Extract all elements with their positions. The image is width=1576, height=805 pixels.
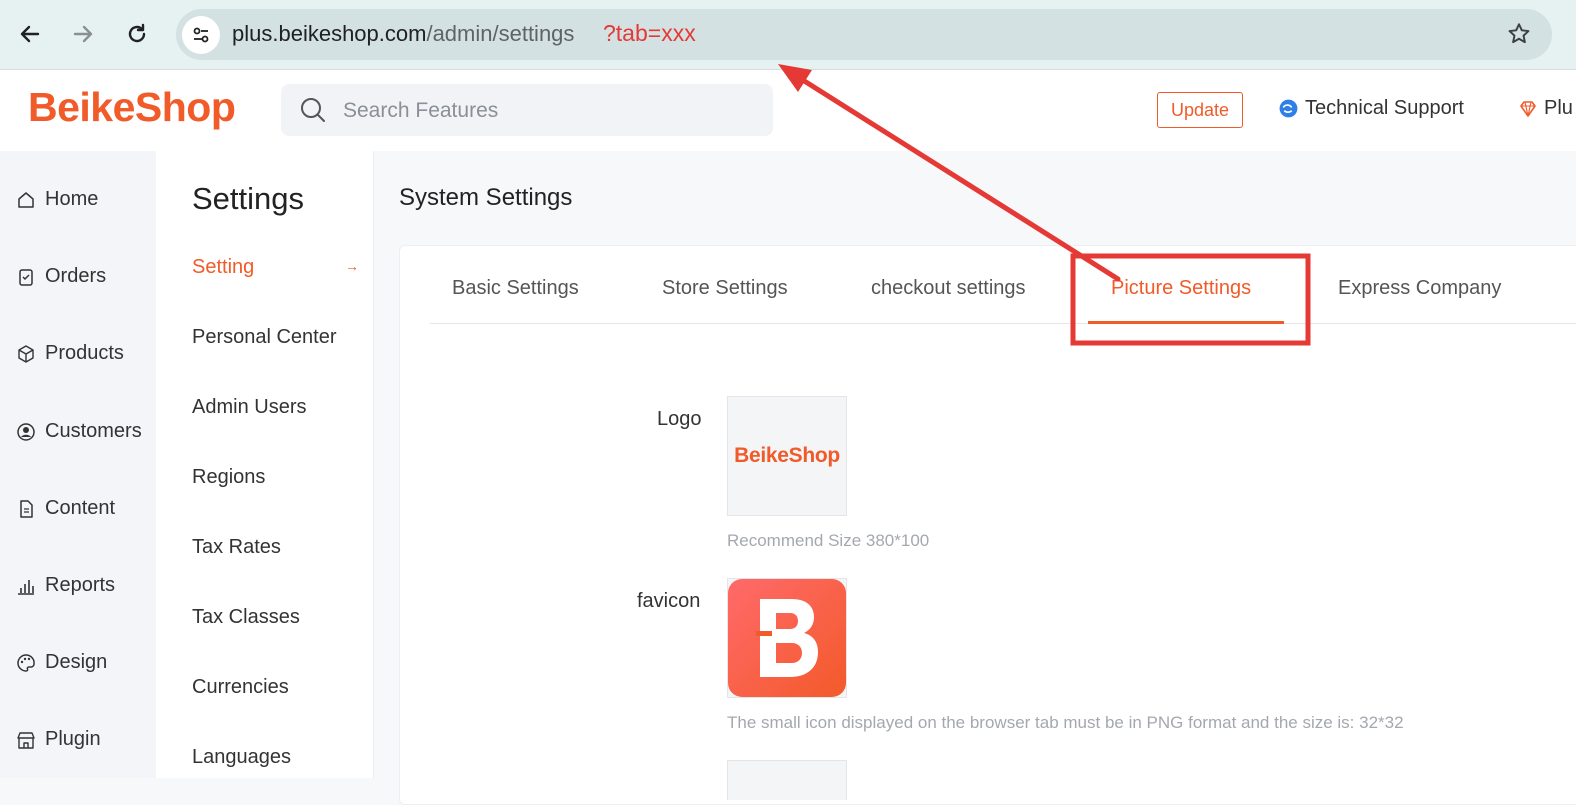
- sidebar-item-label: Reports: [45, 574, 116, 596]
- favicon-preview: [728, 579, 846, 697]
- active-arrow-icon: →: [345, 258, 359, 274]
- address-bar[interactable]: plus.beikeshop.com/admin/settings ?tab=x…: [176, 9, 1552, 60]
- subnav-item-languages[interactable]: Languages: [192, 746, 291, 769]
- sidebar-item-home[interactable]: Home: [16, 188, 98, 211]
- bookmark-star-button[interactable]: [1506, 21, 1532, 52]
- search-input[interactable]: Search Features: [281, 84, 773, 136]
- browser-toolbar: plus.beikeshop.com/admin/settings ?tab=x…: [0, 0, 1576, 70]
- settings-card: Basic Settings Store Settings checkout s…: [399, 245, 1576, 805]
- admin-header: BeikeShop Search Features Update Technic…: [0, 70, 1576, 151]
- tab-store-settings[interactable]: Store Settings: [662, 277, 788, 300]
- tab-basic-settings[interactable]: Basic Settings: [452, 277, 579, 300]
- sidebar-item-label: Content: [45, 497, 116, 519]
- sidebar-item-plugin[interactable]: Plugin: [16, 728, 101, 751]
- tab-picture-settings[interactable]: Picture Settings: [1111, 277, 1251, 300]
- sidebar-item-orders[interactable]: Orders: [16, 265, 106, 288]
- plugin-market-link[interactable]: Plu: [1518, 97, 1573, 120]
- document-icon: [20, 499, 33, 518]
- search-placeholder: Search Features: [343, 99, 499, 122]
- favicon-label: favicon: [637, 590, 701, 612]
- logo-hint: Recommend Size 380*100: [727, 531, 930, 550]
- subnav-item-regions[interactable]: Regions: [192, 466, 265, 489]
- image-upload-partial[interactable]: [727, 760, 847, 800]
- sidebar-item-content[interactable]: Content: [16, 497, 115, 520]
- star-icon: [1508, 23, 1530, 44]
- settings-subnav: Settings Setting → Personal Center Admin…: [156, 151, 374, 778]
- favicon-hint: The small icon displayed on the browser …: [727, 713, 1404, 732]
- sidebar-item-label: Home: [45, 188, 99, 210]
- user-circle-icon: [17, 422, 35, 441]
- arrow-right-icon: [73, 25, 93, 43]
- page-title: System Settings: [399, 184, 573, 211]
- tab-express-company[interactable]: Express Company: [1338, 277, 1501, 300]
- tab-checkout-settings[interactable]: checkout settings: [871, 277, 1026, 300]
- active-tab-indicator: [1088, 321, 1284, 324]
- sidebar-item-customers[interactable]: Customers: [16, 420, 142, 443]
- sidebar-item-label: Orders: [45, 265, 107, 287]
- technical-support-link[interactable]: Technical Support: [1278, 97, 1464, 120]
- sidebar-item-design[interactable]: Design: [16, 651, 107, 674]
- sidebar-item-products[interactable]: Products: [16, 342, 124, 365]
- box-icon: [18, 344, 34, 363]
- search-icon: [301, 98, 325, 122]
- favicon-image-upload[interactable]: [727, 578, 847, 698]
- sidebar-item-label: Products: [45, 342, 124, 364]
- site-info-button[interactable]: [182, 16, 220, 54]
- palette-icon: [17, 653, 35, 672]
- main-content: System Settings Basic Settings Store Set…: [374, 151, 1576, 805]
- sidebar-item-label: Plugin: [45, 728, 101, 750]
- sidebar-item-label: Design: [45, 651, 108, 673]
- arrow-left-icon: [20, 25, 40, 43]
- subnav-item-currencies[interactable]: Currencies: [192, 676, 289, 699]
- logo-label: Logo: [657, 408, 702, 430]
- logo-preview: BeikeShop: [734, 444, 840, 467]
- subnav-item-tax-classes[interactable]: Tax Classes: [192, 606, 300, 629]
- reload-button[interactable]: [119, 16, 155, 52]
- subnav-title: Settings: [192, 181, 305, 216]
- subnav-item-setting[interactable]: Setting: [192, 256, 254, 279]
- main-sidebar: Home Orders Products Customers Content R…: [0, 151, 156, 778]
- subnav-item-personal-center[interactable]: Personal Center: [192, 326, 337, 349]
- url-host: plus.beikeshop.com: [232, 21, 427, 46]
- url-text: plus.beikeshop.com/admin/settings: [232, 21, 574, 47]
- sidebar-item-reports[interactable]: Reports: [16, 574, 115, 597]
- forward-button[interactable]: [65, 16, 101, 52]
- subnav-item-admin-users[interactable]: Admin Users: [192, 396, 306, 419]
- back-button[interactable]: [12, 16, 48, 52]
- brand-logo[interactable]: BeikeShop: [28, 84, 236, 131]
- url-path: /admin/settings: [426, 21, 575, 46]
- diamond-icon: [1520, 100, 1536, 117]
- sidebar-item-label: Customers: [45, 420, 142, 442]
- settings-tabs: Basic Settings Store Settings checkout s…: [430, 246, 1576, 324]
- technical-support-label: Technical Support: [1305, 97, 1464, 119]
- clipboard-icon: [19, 268, 33, 286]
- reload-icon: [128, 23, 146, 43]
- update-button[interactable]: Update: [1157, 92, 1243, 128]
- logo-image-upload[interactable]: BeikeShop: [727, 396, 847, 516]
- tune-icon: [193, 27, 209, 43]
- support-globe-icon: [1279, 99, 1298, 118]
- subnav-item-tax-rates[interactable]: Tax Rates: [192, 536, 281, 559]
- bar-chart-icon: [18, 579, 34, 595]
- plugin-market-label: Plu: [1544, 97, 1573, 119]
- store-icon: [17, 731, 35, 749]
- beike-b-icon: [756, 599, 818, 677]
- url-query-annotation: ?tab=xxx: [603, 20, 696, 46]
- home-icon: [18, 191, 34, 208]
